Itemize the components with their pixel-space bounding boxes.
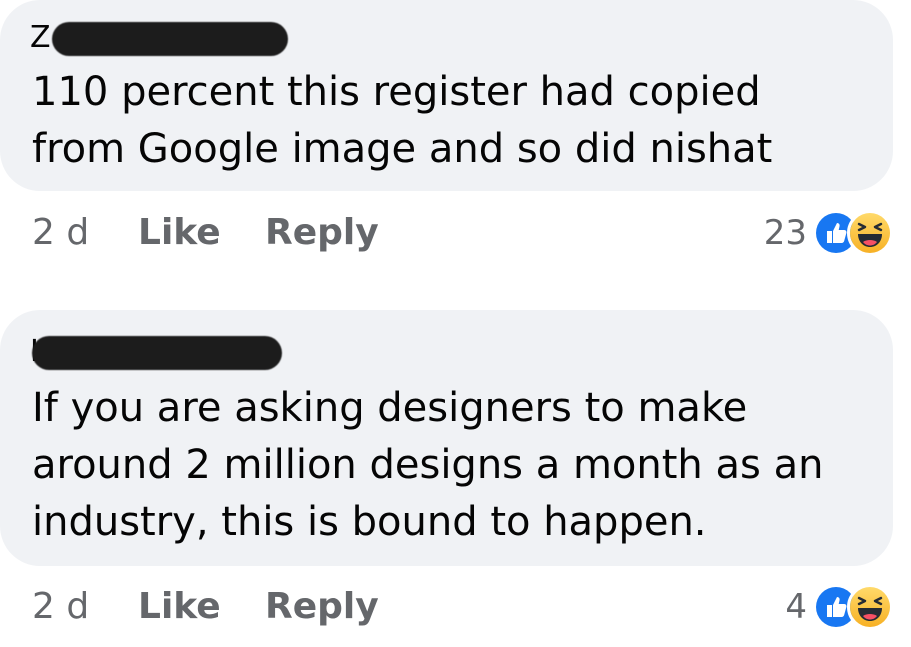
- haha-icon: [847, 210, 893, 256]
- redaction-scribble: [52, 22, 288, 56]
- like-button[interactable]: Like: [138, 582, 221, 632]
- comment-text-line: around 2 million designs a month as an: [32, 442, 824, 488]
- reply-button[interactable]: Reply: [265, 582, 379, 632]
- haha-icon: [847, 584, 893, 630]
- comment-text-line: from Google image and so did nishat: [32, 126, 773, 172]
- comment-actions: 2 d Like Reply 23: [0, 208, 911, 258]
- comment-bubble: Ze 110 percent this register had copied …: [0, 0, 893, 191]
- reactions-summary[interactable]: 23: [764, 208, 893, 258]
- author-name[interactable]: H: [26, 328, 288, 370]
- reaction-icons: [813, 210, 893, 256]
- comment-text-line: industry, this is bound to happen.: [32, 499, 707, 545]
- reaction-count: 23: [763, 213, 807, 253]
- author-name[interactable]: Ze: [26, 14, 288, 56]
- reactions-summary[interactable]: 4: [785, 582, 893, 632]
- redaction-scribble: [32, 336, 282, 370]
- comment-actions: 2 d Like Reply 4: [0, 582, 911, 632]
- comment-text-line: If you are asking designers to make: [32, 385, 748, 431]
- timestamp[interactable]: 2 d: [32, 582, 89, 632]
- like-button[interactable]: Like: [138, 208, 221, 258]
- timestamp[interactable]: 2 d: [32, 208, 89, 258]
- reaction-count: 4: [785, 587, 807, 627]
- reaction-icons: [813, 584, 893, 630]
- comment-bubble: H If you are asking designers to make ar…: [0, 310, 893, 566]
- comment-text-line: 110 percent this register had copied: [32, 69, 761, 115]
- reply-button[interactable]: Reply: [265, 208, 379, 258]
